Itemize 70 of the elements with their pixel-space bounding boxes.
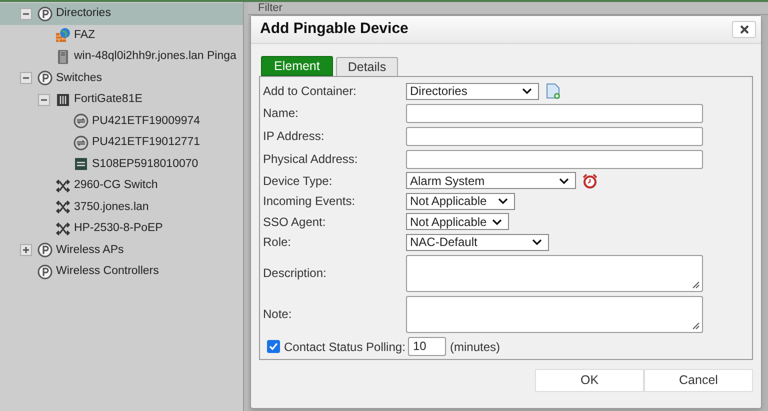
circle-p-icon xyxy=(37,70,53,86)
tree-item[interactable]: FAZ xyxy=(74,26,96,44)
collapse-icon[interactable] xyxy=(20,8,32,20)
tab[interactable]: Details xyxy=(336,57,398,76)
tree-item[interactable]: win-48ql0i2hh9r.jones.lan Pinga xyxy=(74,48,236,66)
checkbox[interactable] xyxy=(267,340,280,353)
dialog-title: Add Pingable Device xyxy=(260,19,408,40)
input-field[interactable] xyxy=(406,150,703,168)
server-icon xyxy=(55,48,71,65)
field-label: Physical Address: xyxy=(263,151,359,168)
tree-item[interactable]: HP-2530-8-PoEP xyxy=(74,220,163,238)
dropdown[interactable]: Not Applicable xyxy=(406,192,515,210)
tree-item[interactable]: Wireless APs xyxy=(56,242,124,259)
unit-label: (minutes) xyxy=(450,338,500,356)
close-button[interactable] xyxy=(732,21,756,38)
tree-item[interactable]: Switches xyxy=(56,70,102,87)
field-label: Incoming Events: xyxy=(263,193,356,210)
grid-box-icon xyxy=(55,92,71,108)
resize-grip-icon[interactable] xyxy=(692,322,700,330)
tree-item[interactable]: S108EP5918010070 xyxy=(92,156,198,173)
dialog-button[interactable]: Cancel xyxy=(644,369,753,392)
collapse-icon[interactable] xyxy=(38,94,50,106)
crossed-arrows-icon xyxy=(55,178,71,194)
dialog-button[interactable]: OK xyxy=(535,369,644,392)
field-label: SSO Agent: xyxy=(263,214,327,231)
field-label: Device Type: xyxy=(263,172,334,190)
circle-arrows-icon xyxy=(73,134,89,151)
chevron-down-icon xyxy=(498,198,508,204)
page-add-icon xyxy=(545,83,561,100)
close-icon xyxy=(740,25,748,34)
dropdown[interactable]: NAC-Default xyxy=(406,234,549,251)
chevron-down-icon xyxy=(559,178,569,184)
tree-item[interactable]: Wireless Controllers xyxy=(56,263,159,280)
tree-item[interactable]: 2960-CG Switch xyxy=(74,177,158,194)
alarm-clock-icon xyxy=(582,172,598,189)
input-field[interactable] xyxy=(406,104,703,122)
dropdown[interactable]: Alarm System xyxy=(406,172,576,190)
dropdown[interactable]: Directories xyxy=(406,82,539,100)
circle-p-icon xyxy=(37,242,53,258)
tree-item[interactable]: PU421ETF19012771 xyxy=(92,134,200,152)
checkbox-label: Contact Status Polling: xyxy=(284,338,404,356)
tree-item[interactable]: FortiGate81E xyxy=(74,91,142,108)
dropdown[interactable]: Not Applicable xyxy=(406,213,509,230)
crossed-arrows-icon xyxy=(55,199,71,216)
circle-arrows-icon xyxy=(73,113,89,130)
filter-label: Filter xyxy=(258,2,282,14)
chevron-down-icon xyxy=(522,88,532,94)
selected-row[interactable]: Directories xyxy=(0,3,243,24)
chevron-down-icon xyxy=(492,218,502,225)
crossed-arrows-icon xyxy=(55,220,71,237)
tab[interactable]: Element xyxy=(261,56,333,76)
globe-wall-icon xyxy=(55,27,71,44)
expand-icon[interactable] xyxy=(20,244,32,256)
field-label: Name: xyxy=(263,105,300,122)
collapse-icon[interactable] xyxy=(20,72,32,84)
input-field[interactable] xyxy=(406,126,703,146)
field-label: Note: xyxy=(263,306,293,323)
switch-box-icon xyxy=(73,156,89,172)
field-label: IP Address: xyxy=(263,128,326,145)
field-label: Role: xyxy=(263,234,292,252)
tree-item[interactable]: PU421ETF19009974 xyxy=(92,112,200,130)
chevron-down-icon xyxy=(532,239,542,246)
field-label: Description: xyxy=(263,265,328,282)
tree-item[interactable]: Directories xyxy=(56,5,111,22)
field-label: Add to Container: xyxy=(263,83,358,100)
resize-grip-icon[interactable] xyxy=(692,280,700,288)
circle-p-icon xyxy=(37,264,53,280)
input-field[interactable]: 10 xyxy=(408,337,446,356)
tree-item[interactable]: 3750.jones.lan xyxy=(74,198,149,216)
circle-p-icon xyxy=(37,6,53,22)
